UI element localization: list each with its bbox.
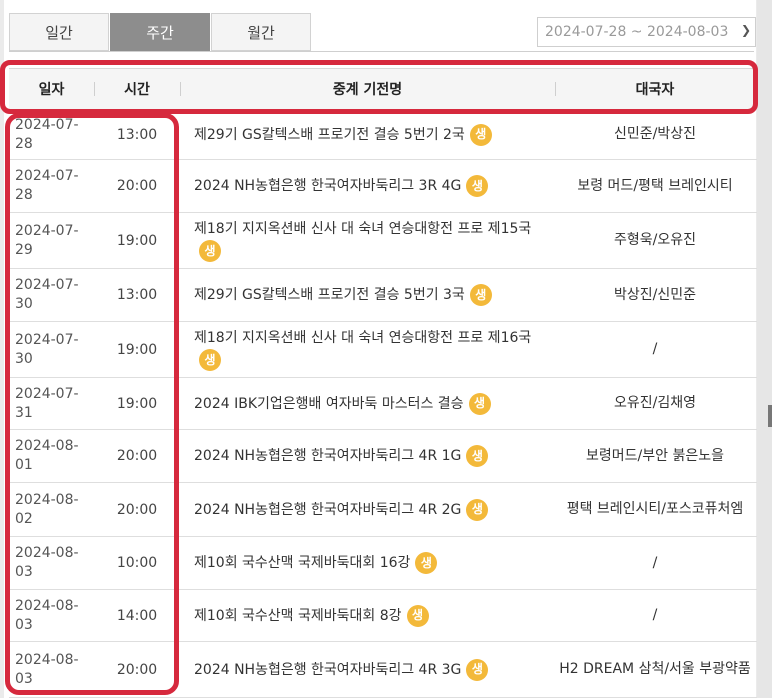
row-players: 신민준/박상진: [614, 126, 696, 142]
date-range-select[interactable]: 2024-07-28 ~ 2024-08-03 ❯: [537, 17, 756, 47]
row-broadcast-name[interactable]: 2024 NH농협은행 한국여자바둑리그 4R 3G 생: [194, 642, 554, 697]
broadcast-title[interactable]: 2024 NH농협은행 한국여자바둑리그 4R 2G: [194, 502, 461, 518]
row-broadcast-name[interactable]: 2024 NH농협은행 한국여자바둑리그 4R 1G 생: [194, 430, 554, 482]
live-badge-icon[interactable]: 생: [468, 392, 491, 415]
row-broadcast-name[interactable]: 제10회 국수산맥 국제바둑대회 8강 생: [194, 590, 554, 641]
tab-divider: [9, 51, 754, 52]
live-badge-icon[interactable]: 생: [466, 175, 489, 197]
row-broadcast-name[interactable]: 2024 NH농협은행 한국여자바둑리그 3R 4G 생: [194, 160, 554, 212]
live-badge-icon[interactable]: 생: [469, 123, 492, 146]
broadcast-title[interactable]: 2024 NH농협은행 한국여자바둑리그 3R 4G: [194, 178, 461, 194]
row-players: 박상진/신민준: [614, 286, 696, 303]
row-players: 주형욱/오유진: [614, 232, 696, 248]
header-highlight-box: [0, 60, 758, 114]
row-broadcast-name[interactable]: 2024 NH농협은행 한국여자바둑리그 4R 2G 생: [194, 483, 554, 536]
live-badge-icon[interactable]: 생: [199, 240, 221, 262]
scrollbar-track[interactable]: [757, 0, 772, 698]
broadcast-title[interactable]: 제29기 GS칼텍스배 프로기전 결승 5번기 2국: [194, 127, 465, 143]
chevron-down-icon: ❯: [740, 23, 751, 37]
row-broadcast-name[interactable]: 제29기 GS칼텍스배 프로기전 결승 5번기 3국 생: [194, 269, 554, 321]
row-broadcast-name[interactable]: 제10회 국수산맥 국제바둑대회 16강 생: [194, 537, 554, 589]
row-broadcast-name[interactable]: 제29기 GS칼텍스배 프로기전 결승 5번기 2국 생: [194, 110, 554, 159]
row-players: 오유진/김채영: [614, 395, 696, 411]
date-column-highlight-box: [5, 113, 179, 695]
broadcast-title[interactable]: 제29기 GS칼텍스배 프로기전 결승 5번기 3국: [194, 287, 465, 303]
row-broadcast-name[interactable]: 제18기 지지옥션배 신사 대 숙녀 연승대항전 프로 제15국생: [194, 213, 554, 268]
live-badge-icon[interactable]: 생: [406, 604, 429, 627]
scrollbar-thumb[interactable]: [768, 405, 772, 427]
broadcast-title[interactable]: 2024 NH농협은행 한국여자바둑리그 4R 1G: [194, 448, 461, 464]
live-badge-icon[interactable]: 생: [469, 284, 492, 306]
row-players: /: [652, 554, 658, 571]
row-players: 보령머드/부안 붉은노을: [586, 447, 724, 464]
row-broadcast-name[interactable]: 제18기 지지옥션배 신사 대 숙녀 연승대항전 프로 제16국생: [194, 322, 554, 377]
broadcast-title[interactable]: 2024 IBK기업은행배 여자바둑 마스터스 결승: [194, 396, 464, 412]
live-badge-icon[interactable]: 생: [466, 658, 489, 681]
tab-monthly[interactable]: 월간: [211, 13, 311, 51]
live-badge-icon[interactable]: 생: [466, 498, 489, 521]
live-badge-icon[interactable]: 생: [415, 552, 438, 574]
broadcast-title[interactable]: 제18기 지지옥션배 신사 대 숙녀 연승대항전 프로 제16국: [194, 330, 531, 346]
row-broadcast-name[interactable]: 2024 IBK기업은행배 여자바둑 마스터스 결승 생: [194, 378, 554, 429]
tab-weekly[interactable]: 주간: [110, 13, 210, 51]
row-players: 평택 브레인시티/포스코퓨처엠: [566, 501, 744, 517]
period-tabs: 일간 주간 월간: [9, 13, 312, 51]
broadcast-title[interactable]: 제10회 국수산맥 국제바둑대회 8강: [194, 608, 402, 624]
broadcast-title[interactable]: 제10회 국수산맥 국제바둑대회 16강: [194, 555, 410, 571]
broadcast-title[interactable]: 제18기 지지옥션배 신사 대 숙녀 연승대항전 프로 제15국: [194, 221, 531, 237]
broadcast-title[interactable]: 2024 NH농협은행 한국여자바둑리그 4R 3G: [194, 662, 461, 678]
live-badge-icon[interactable]: 생: [199, 349, 221, 371]
date-range-value: 2024-07-28 ~ 2024-08-03: [545, 24, 729, 40]
tab-daily[interactable]: 일간: [9, 13, 109, 51]
live-badge-icon[interactable]: 생: [466, 445, 489, 467]
row-players: /: [652, 607, 658, 623]
row-players: /: [652, 341, 658, 357]
row-players: H2 DREAM 삼척/서울 부광약품: [559, 661, 751, 677]
row-players: 보령 머드/평택 브레인시티: [577, 177, 733, 194]
